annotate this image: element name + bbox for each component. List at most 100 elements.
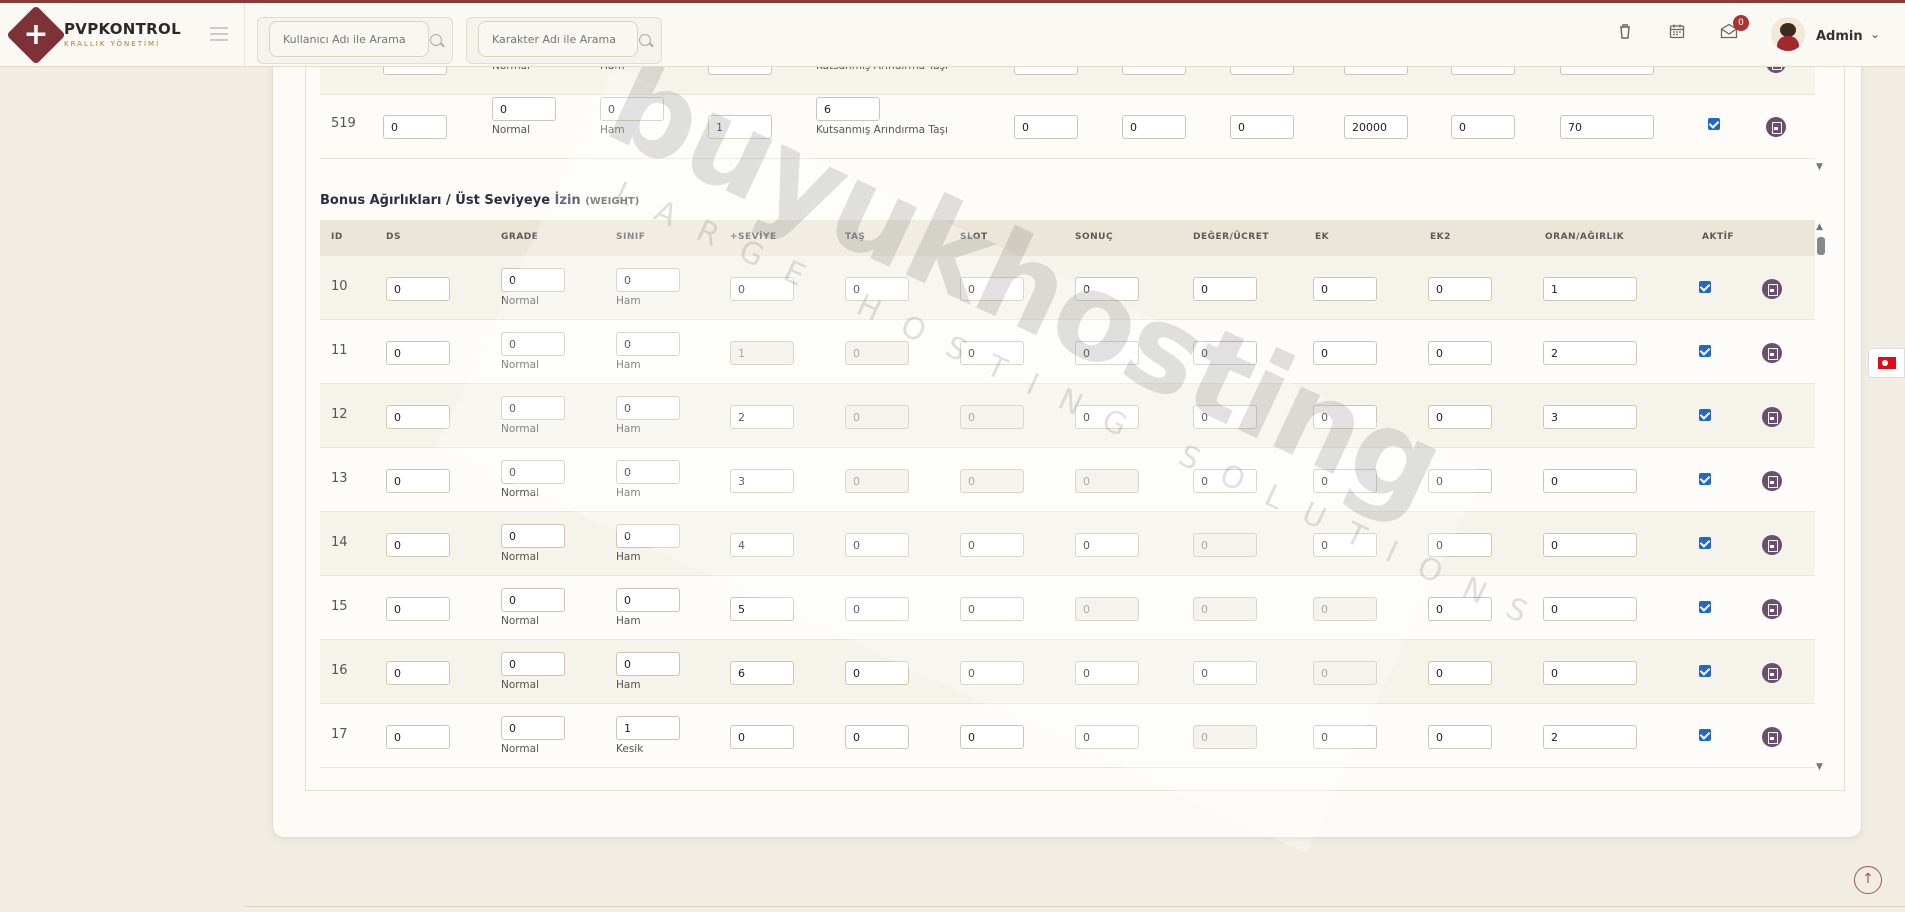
ratio-input[interactable] (1543, 341, 1637, 365)
save-row-button[interactable] (1766, 117, 1786, 137)
result-input[interactable] (1075, 405, 1139, 429)
stone-input[interactable] (845, 469, 909, 493)
ds-input[interactable] (386, 405, 450, 429)
extra2-input[interactable] (1428, 725, 1492, 749)
extra2-input[interactable] (1428, 597, 1492, 621)
result-input[interactable] (1075, 725, 1139, 749)
result-input[interactable] (1075, 533, 1139, 557)
ratio-input[interactable] (1543, 533, 1637, 557)
class-input[interactable] (616, 332, 680, 356)
save-row-button[interactable] (1762, 663, 1782, 683)
level-input[interactable] (708, 115, 772, 139)
active-checkbox[interactable] (1708, 118, 1720, 130)
ds-input[interactable] (386, 533, 450, 557)
weight-table[interactable]: 10 Normal Ham 11 Normal Ham 12 Normal Ham 13 Norma… (320, 256, 1815, 770)
level-input[interactable] (730, 725, 794, 749)
stone-input[interactable] (845, 661, 909, 685)
ratio-input[interactable] (1560, 115, 1654, 139)
result-input[interactable] (1075, 341, 1139, 365)
upper-scroll-down-arrow[interactable]: ▼ (1816, 162, 1823, 172)
slot-input[interactable] (960, 725, 1024, 749)
result-input[interactable] (1075, 597, 1139, 621)
brand[interactable]: + PVPKONTROL KRALLIK YÖNETİMİ (0, 3, 245, 67)
ds-input[interactable] (386, 661, 450, 685)
slot-input[interactable] (960, 341, 1024, 365)
save-row-button[interactable] (1762, 727, 1782, 747)
stone-input[interactable] (816, 97, 880, 121)
value-input[interactable] (1193, 341, 1257, 365)
stone-input[interactable] (845, 277, 909, 301)
ratio-input[interactable] (1543, 277, 1637, 301)
grade-input[interactable] (501, 524, 565, 548)
language-flag-icon[interactable] (1868, 348, 1905, 378)
save-row-button[interactable] (1762, 471, 1782, 491)
level-input[interactable] (730, 405, 794, 429)
ds-input[interactable] (386, 725, 450, 749)
trash-icon[interactable] (1615, 23, 1635, 43)
grade-input[interactable] (501, 268, 565, 292)
active-checkbox[interactable] (1699, 729, 1711, 741)
extra2-input[interactable] (1428, 341, 1492, 365)
ds-input[interactable] (386, 469, 450, 493)
class-input[interactable] (616, 652, 680, 676)
class-input[interactable] (616, 716, 680, 740)
slot-input[interactable] (960, 533, 1024, 557)
extra-input[interactable] (1313, 469, 1377, 493)
extra2-input[interactable] (1451, 115, 1515, 139)
value-input[interactable] (1193, 533, 1257, 557)
active-checkbox[interactable] (1699, 665, 1711, 677)
extra2-input[interactable] (1428, 277, 1492, 301)
user-name[interactable]: Admin (1816, 29, 1863, 44)
level-input[interactable] (730, 341, 794, 365)
ratio-input[interactable] (1543, 725, 1637, 749)
value-input[interactable] (1193, 725, 1257, 749)
value-input[interactable] (1193, 277, 1257, 301)
value-input[interactable] (1230, 115, 1294, 139)
avatar[interactable] (1771, 17, 1805, 51)
slot-input[interactable] (960, 405, 1024, 429)
class-input[interactable] (616, 460, 680, 484)
level-input[interactable] (730, 469, 794, 493)
chevron-down-icon[interactable]: ⌄ (1870, 27, 1880, 41)
user-search-input[interactable] (269, 21, 429, 57)
value-input[interactable] (1193, 405, 1257, 429)
grade-input[interactable] (501, 716, 565, 740)
extra2-input[interactable] (1428, 469, 1492, 493)
result-input[interactable] (1075, 661, 1139, 685)
slot-input[interactable] (960, 277, 1024, 301)
level-input[interactable] (730, 277, 794, 301)
active-checkbox[interactable] (1699, 601, 1711, 613)
extra2-input[interactable] (1428, 533, 1492, 557)
ratio-input[interactable] (1543, 469, 1637, 493)
grade-input[interactable] (501, 332, 565, 356)
active-checkbox[interactable] (1699, 473, 1711, 485)
menu-toggle-icon[interactable] (210, 27, 228, 43)
scroll-to-top-button[interactable]: ↑ (1854, 866, 1882, 894)
extra2-input[interactable] (1428, 661, 1492, 685)
stone-input[interactable] (845, 597, 909, 621)
active-checkbox[interactable] (1699, 281, 1711, 293)
extra2-input[interactable] (1428, 405, 1492, 429)
save-row-button[interactable] (1762, 407, 1782, 427)
result-input[interactable] (1075, 469, 1139, 493)
class-input[interactable] (616, 396, 680, 420)
level-input[interactable] (730, 533, 794, 557)
stone-input[interactable] (845, 405, 909, 429)
slot-input[interactable] (960, 469, 1024, 493)
extra-input[interactable] (1313, 341, 1377, 365)
slot-input[interactable] (1014, 115, 1078, 139)
ratio-input[interactable] (1543, 405, 1637, 429)
active-checkbox[interactable] (1699, 409, 1711, 421)
extra-input[interactable] (1313, 277, 1377, 301)
ds-input[interactable] (383, 115, 447, 139)
grade-input[interactable] (501, 588, 565, 612)
extra-input[interactable] (1313, 597, 1377, 621)
calendar-icon[interactable] (1667, 23, 1687, 43)
stone-input[interactable] (845, 533, 909, 557)
value-input[interactable] (1193, 597, 1257, 621)
grade-input[interactable] (501, 652, 565, 676)
value-input[interactable] (1193, 661, 1257, 685)
value-input[interactable] (1193, 469, 1257, 493)
level-input[interactable] (730, 661, 794, 685)
character-search-input[interactable] (478, 21, 638, 57)
